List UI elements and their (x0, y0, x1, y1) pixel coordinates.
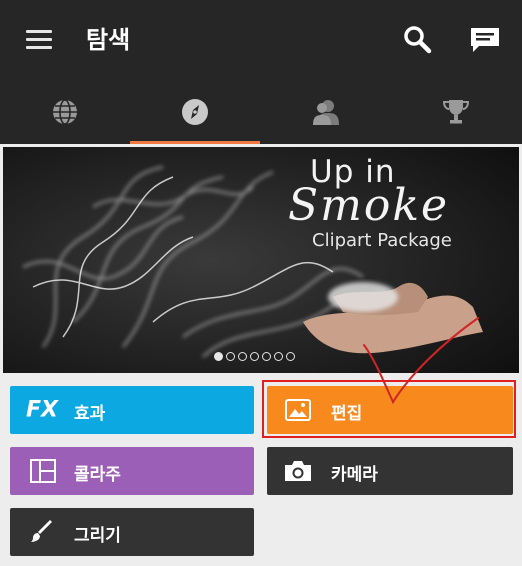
person-icon (313, 100, 339, 125)
slide-dot[interactable] (238, 352, 247, 361)
menu-icon (26, 30, 52, 33)
slide-dot[interactable] (262, 352, 271, 361)
slide-dot[interactable] (286, 352, 295, 361)
trophy-icon (442, 100, 470, 124)
app-bar: 탐색 (0, 0, 522, 84)
edit-button[interactable]: 편집 (267, 386, 513, 434)
chat-button[interactable] (467, 22, 503, 58)
menu-icon-bar (26, 38, 52, 41)
camera-label: 카메라 (331, 465, 378, 485)
banner-subtitle: Clipart Package (312, 230, 452, 251)
collage-label: 콜라주 (74, 465, 121, 485)
fx-icon: FX (26, 397, 58, 423)
collage-icon (30, 459, 56, 483)
slide-dot[interactable] (214, 352, 223, 361)
effects-button[interactable]: FX 효과 (10, 386, 254, 434)
effects-label: 효과 (74, 404, 106, 424)
collage-button[interactable]: 콜라주 (10, 447, 254, 495)
search-icon (404, 26, 432, 54)
menu-icon-bar (26, 46, 52, 49)
page-title: 탐색 (86, 26, 131, 54)
slide-indicator (0, 352, 522, 364)
banner-title-line2: Smoke (288, 180, 450, 231)
tab-profile[interactable] (261, 84, 391, 144)
menu-button[interactable] (22, 22, 56, 56)
camera-button[interactable]: 카메라 (267, 447, 513, 495)
tab-bar (0, 84, 522, 144)
slide-dot[interactable] (226, 352, 235, 361)
brush-icon (31, 520, 52, 542)
image-icon (285, 399, 311, 421)
tab-trophy[interactable] (391, 84, 521, 144)
search-button[interactable] (400, 22, 436, 58)
draw-label: 그리기 (74, 526, 121, 546)
compass-icon (182, 99, 208, 125)
camera-icon (285, 461, 311, 481)
active-tab-indicator (130, 141, 260, 144)
slide-dot[interactable] (274, 352, 283, 361)
draw-button[interactable]: 그리기 (10, 508, 254, 556)
chat-icon (471, 28, 499, 52)
edit-label: 편집 (331, 404, 363, 424)
slide-dot[interactable] (250, 352, 259, 361)
globe-icon (53, 99, 77, 125)
tab-compass[interactable] (130, 84, 260, 144)
tab-globe[interactable] (0, 84, 130, 144)
